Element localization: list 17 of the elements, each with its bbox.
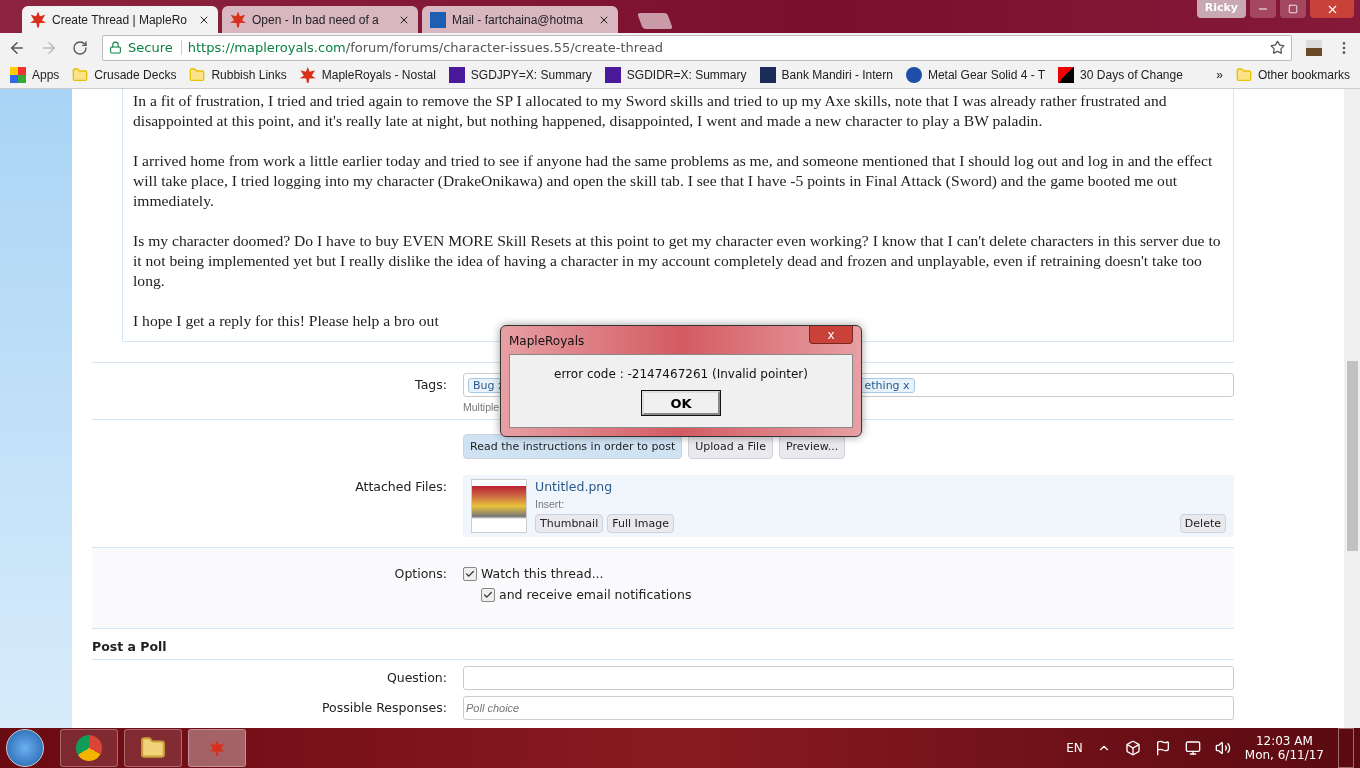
post-paragraph: I hope I get a reply for this! Please help a bro out bbox=[133, 311, 440, 331]
error-message: error code : -2147467261 (Invalid pointer) bbox=[554, 367, 808, 381]
secure-label: Secure bbox=[128, 40, 182, 55]
section-heading: Post a Poll bbox=[92, 638, 168, 656]
field-label: Options: bbox=[393, 565, 448, 583]
field-label: Question: bbox=[385, 669, 448, 687]
url-path: /forum/forums/character-issues.55/create-thread bbox=[345, 40, 664, 55]
post-paragraph: I arrived home from work a little earlier today and tried to see if anyone had the same problems as me, and someone mentioned that I should log out and log in and the effect will take place, I tried logging into my character (DrakeOnikawa) and open the skill tab. I see that I have -5 points in Final Attack (Sword) and the game booted me out immediately. bbox=[133, 151, 1214, 211]
field-label: Tags: bbox=[414, 376, 448, 394]
field-label: Possible Responses: bbox=[320, 699, 448, 717]
post-paragraph: In a fit of frustration, I tried and tried again to remove the SP I allocated to my Sword skills and tried to up my Axe skills, note that I was already rather frustrated and disappointed at this point, and it's really late at night, but nothing happened, disappointed, I went and made a new character to play a BW paladin. bbox=[133, 91, 1168, 131]
dialog-title: MapleRoyals bbox=[509, 333, 585, 348]
field-label: Attached Files: bbox=[354, 478, 448, 496]
tags-hint: Multiple bbox=[463, 401, 500, 413]
insert-label: Insert: bbox=[535, 498, 565, 510]
url-host: https://mapleroyals.com bbox=[187, 40, 346, 55]
post-paragraph: Is my character doomed? Do I have to buy EVEN MORE Skill Resets at this point to get my character even working? I know that I can't delete characters in this server due to it not being implemented yet but I really dislike the idea of having a character in my account completely dead and frozen and unplayable, even if retraining doesn't take too long. bbox=[133, 231, 1222, 291]
